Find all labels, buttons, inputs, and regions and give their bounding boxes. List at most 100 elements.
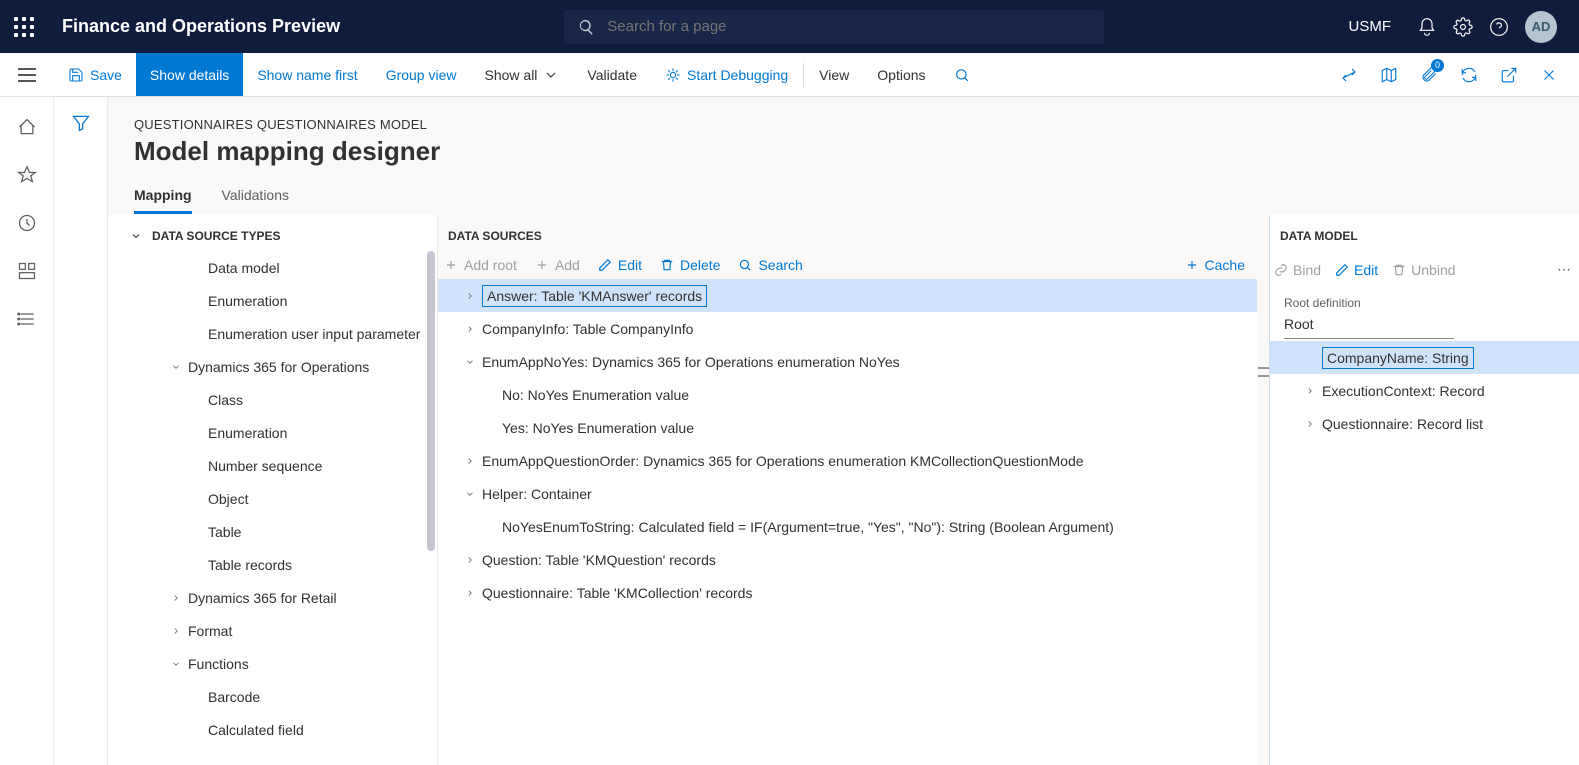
tree-node[interactable]: Functions <box>108 647 437 680</box>
cache-button[interactable]: Cache <box>1185 257 1245 273</box>
tree-label: Format <box>188 623 437 639</box>
app-launcher-icon[interactable] <box>14 17 34 37</box>
chevron-right-icon[interactable] <box>458 324 482 334</box>
show-all-dropdown[interactable]: Show all <box>471 53 574 96</box>
nav-collapse-icon[interactable] <box>18 68 36 82</box>
tree-node[interactable]: Object <box>108 482 437 515</box>
tree-node[interactable]: Format <box>108 614 437 647</box>
tree-label: Class <box>208 392 437 408</box>
global-search[interactable] <box>564 10 1104 44</box>
tree-node[interactable]: Dynamics 365 for Retail <box>108 581 437 614</box>
show-name-first-button[interactable]: Show name first <box>243 53 371 96</box>
tree-node[interactable]: Questionnaire: Record list <box>1270 407 1579 440</box>
tree-node[interactable]: Enumeration user input parameter <box>108 317 437 350</box>
user-avatar[interactable]: AD <box>1525 11 1557 43</box>
tree-node[interactable]: Class <box>108 383 437 416</box>
chevron-right-icon[interactable] <box>1298 419 1322 429</box>
tree-label: Barcode <box>208 689 437 705</box>
tree-node[interactable]: Question: Table 'KMQuestion' records <box>438 543 1257 576</box>
toolbar-search-icon[interactable] <box>940 53 990 96</box>
tree-node[interactable]: Number sequence <box>108 449 437 482</box>
attachments-icon[interactable]: 0 <box>1411 57 1447 93</box>
tree-label: EnumAppQuestionOrder: Dynamics 365 for O… <box>482 453 1257 469</box>
edit-button[interactable]: Edit <box>598 257 642 273</box>
tree-node[interactable]: EnumAppQuestionOrder: Dynamics 365 for O… <box>438 444 1257 477</box>
workspaces-icon[interactable] <box>17 261 37 281</box>
tree-node[interactable]: NoYesEnumToString: Calculated field = IF… <box>438 510 1257 543</box>
tree-node[interactable]: Answer: Table 'KMAnswer' records <box>438 279 1257 312</box>
tree-node[interactable]: EnumAppNoYes: Dynamics 365 for Operation… <box>438 345 1257 378</box>
favorites-icon[interactable] <box>17 165 37 185</box>
chevron-down-icon[interactable] <box>458 489 482 499</box>
show-details-button[interactable]: Show details <box>136 53 243 96</box>
settings-icon[interactable] <box>1445 9 1481 45</box>
notifications-icon[interactable] <box>1409 9 1445 45</box>
chevron-right-icon[interactable] <box>458 456 482 466</box>
tree-node[interactable]: Table <box>108 515 437 548</box>
sources-panel-header: DATA SOURCES <box>438 215 1257 251</box>
tree-node[interactable]: Enumeration <box>108 284 437 317</box>
tree-node[interactable]: Table records <box>108 548 437 581</box>
tab-validations[interactable]: Validations <box>222 187 289 214</box>
tree-node[interactable]: Enumeration <box>108 416 437 449</box>
chevron-right-icon[interactable] <box>164 593 188 603</box>
tab-mapping[interactable]: Mapping <box>134 187 192 214</box>
page-title: Model mapping designer <box>134 136 1553 167</box>
tree-label: Enumeration <box>208 293 437 309</box>
root-definition-value[interactable]: Root <box>1284 312 1454 339</box>
tree-label: Enumeration user input parameter <box>208 326 437 342</box>
tree-node[interactable]: Helper: Container <box>438 477 1257 510</box>
chevron-right-icon[interactable] <box>458 555 482 565</box>
tree-node[interactable]: CompanyName: String <box>1270 341 1579 374</box>
delete-button[interactable]: Delete <box>660 257 720 273</box>
add-root-button: Add root <box>444 257 517 273</box>
datamodel-panel-header: DATA MODEL <box>1270 215 1579 251</box>
search-input[interactable] <box>607 18 1090 35</box>
tree-node[interactable]: ExecutionContext: Record <box>1270 374 1579 407</box>
options-button[interactable]: Options <box>863 53 939 96</box>
tree-node[interactable]: Data model <box>108 251 437 284</box>
tree-node[interactable]: Dynamics 365 for Operations <box>108 350 437 383</box>
root-definition-label: Root definition <box>1270 288 1579 310</box>
recent-icon[interactable] <box>17 213 37 233</box>
chevron-right-icon[interactable] <box>458 291 482 301</box>
tree-label: Dynamics 365 for Retail <box>188 590 437 606</box>
tree-node[interactable]: Calculated field <box>108 713 437 746</box>
validate-button[interactable]: Validate <box>573 53 651 96</box>
splitter-handle[interactable]: ┃┃ <box>1257 215 1269 765</box>
view-button[interactable]: View <box>805 53 863 96</box>
tree-label: Enumeration <box>208 425 437 441</box>
search-button[interactable]: Search <box>738 257 802 273</box>
save-button[interactable]: Save <box>54 53 136 96</box>
chevron-right-icon[interactable] <box>164 626 188 636</box>
chevron-right-icon[interactable] <box>458 588 482 598</box>
tree-node[interactable]: Yes: NoYes Enumeration value <box>438 411 1257 444</box>
refresh-icon[interactable] <box>1451 57 1487 93</box>
chevron-right-icon[interactable] <box>1298 386 1322 396</box>
more-icon[interactable]: ⋯ <box>1553 257 1575 282</box>
close-icon[interactable] <box>1531 57 1567 93</box>
tree-node[interactable]: CompanyInfo: Table CompanyInfo <box>438 312 1257 345</box>
group-view-button[interactable]: Group view <box>372 53 471 96</box>
connect-icon[interactable] <box>1331 57 1367 93</box>
tree-node[interactable]: Questionnaire: Table 'KMCollection' reco… <box>438 576 1257 609</box>
chevron-down-icon[interactable] <box>164 659 188 669</box>
company-label[interactable]: USMF <box>1349 18 1392 35</box>
tree-label: Question: Table 'KMQuestion' records <box>482 552 1257 568</box>
tree-label: CompanyName: String <box>1322 347 1579 369</box>
tree-label: No: NoYes Enumeration value <box>502 387 1257 403</box>
home-icon[interactable] <box>17 117 37 137</box>
start-debugging-button[interactable]: Start Debugging <box>651 53 802 96</box>
tree-node[interactable]: No: NoYes Enumeration value <box>438 378 1257 411</box>
map-icon[interactable] <box>1371 57 1407 93</box>
tree-node[interactable]: Barcode <box>108 680 437 713</box>
scrollbar[interactable] <box>427 251 435 551</box>
filter-icon[interactable] <box>71 113 91 133</box>
modules-icon[interactable] <box>17 309 37 329</box>
edit-model-button[interactable]: Edit <box>1335 262 1378 278</box>
types-panel-header[interactable]: DATA SOURCE TYPES <box>108 215 437 251</box>
chevron-down-icon[interactable] <box>164 362 188 372</box>
help-icon[interactable] <box>1481 9 1517 45</box>
chevron-down-icon[interactable] <box>458 357 482 367</box>
open-new-icon[interactable] <box>1491 57 1527 93</box>
